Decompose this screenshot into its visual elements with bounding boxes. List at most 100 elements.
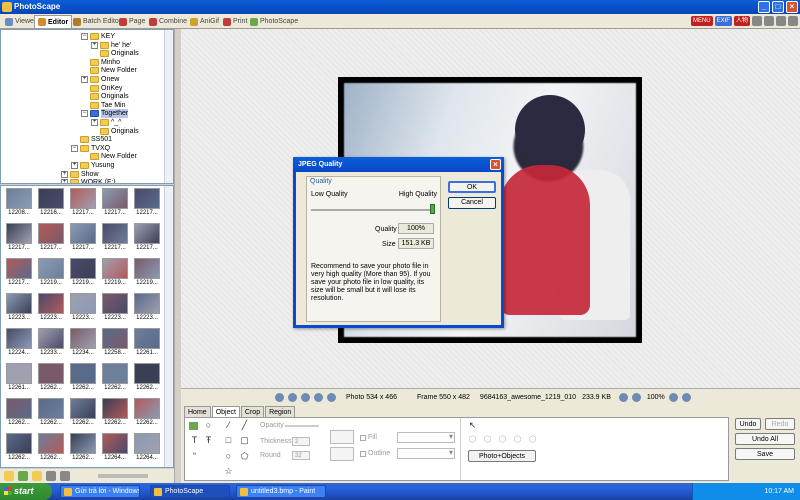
rotate-right-icon[interactable] — [288, 393, 297, 402]
expand-toggle-icon[interactable]: − — [81, 110, 88, 118]
zoom-in-icon[interactable] — [668, 393, 678, 402]
thumbnail[interactable]: 12217... — [36, 223, 66, 255]
thumbnail[interactable]: 12217... — [4, 223, 34, 255]
star-icon[interactable]: ☆ — [223, 466, 234, 477]
exif-badge[interactable]: EXIF — [714, 16, 732, 26]
undo-button[interactable]: Undo — [735, 418, 761, 430]
thumbnail[interactable]: 12219... — [68, 258, 98, 290]
magic-wand-icon[interactable]: ⁄ — [223, 420, 234, 431]
thumbnail[interactable]: 12223... — [100, 293, 130, 325]
thumbnail[interactable]: 12216... — [36, 188, 66, 220]
thumbnail[interactable]: 12261... — [132, 328, 162, 360]
tab-anigif[interactable]: AniGif — [187, 15, 222, 28]
save-button[interactable]: Save — [735, 448, 795, 460]
text-box-icon[interactable]: Ŧ — [203, 435, 214, 446]
taskbar-item-browser[interactable]: Gửi trả lời - Windows ... — [60, 485, 140, 498]
thumbnail[interactable]: 12262... — [100, 398, 130, 430]
rounded-rectangle-icon[interactable]: ▢ — [239, 435, 250, 446]
round-spinner[interactable]: 32 — [292, 451, 310, 460]
rotate-left-icon[interactable] — [275, 393, 284, 402]
thumbnail[interactable]: 12264... — [132, 433, 162, 465]
quality-slider-track[interactable] — [311, 209, 435, 211]
thumbnail[interactable]: 12217... — [100, 188, 130, 220]
polygon-icon[interactable]: ⬠ — [239, 451, 250, 462]
expand-toggle-icon[interactable]: + — [61, 179, 68, 183]
thumbnail[interactable]: 12224... — [4, 328, 34, 360]
thumbnail[interactable]: 12264... — [100, 433, 130, 465]
expand-toggle-icon[interactable]: + — [91, 41, 98, 49]
expand-toggle-icon[interactable]: + — [71, 162, 78, 169]
thumbnail[interactable]: 12217... — [132, 223, 162, 255]
photo-objects-button[interactable]: Photo+Objects — [468, 450, 536, 462]
fit-window-icon[interactable] — [618, 393, 628, 402]
thumbnail[interactable]: 12223... — [4, 293, 34, 325]
thumbnail[interactable]: 12219... — [132, 258, 162, 290]
person-badge[interactable]: 人物 — [733, 16, 750, 26]
tab-crop[interactable]: Crop — [240, 406, 265, 417]
thumbnail[interactable]: 12262... — [4, 398, 34, 430]
taskbar-item-paint[interactable]: untitled3.bmp - Paint — [236, 485, 326, 498]
undo-all-button[interactable]: Undo All — [735, 433, 795, 445]
outline-color-button[interactable] — [330, 447, 354, 461]
thumbnail[interactable]: 12217... — [132, 188, 162, 220]
folder-tree[interactable]: − KEY + he' he' Originals Minho New Folder + One… — [0, 29, 174, 184]
thumbnail[interactable]: 12217... — [68, 223, 98, 255]
info-icon[interactable] — [327, 393, 336, 402]
thumbnail[interactable]: 12217... — [100, 223, 130, 255]
flip-icon[interactable] — [301, 393, 310, 402]
thumbnail[interactable]: 12234... — [68, 328, 98, 360]
redo-button[interactable]: Redo — [765, 418, 795, 430]
thumbnail[interactable]: 12262... — [36, 398, 66, 430]
start-button[interactable]: start — [0, 483, 52, 500]
tree-item[interactable]: + WORK (F:) — [61, 178, 116, 183]
expand-toggle-icon[interactable]: + — [91, 119, 98, 126]
panel-splitter[interactable] — [174, 29, 181, 483]
help-icon[interactable] — [764, 16, 774, 26]
thumbnail[interactable]: 12262... — [4, 433, 34, 465]
ok-button[interactable]: OK — [448, 181, 496, 193]
circle-icon[interactable]: ○ — [223, 451, 234, 462]
dialog-close-button[interactable]: × — [490, 159, 501, 170]
back-icon[interactable] — [46, 471, 56, 481]
thumbnail[interactable]: 12262... — [68, 433, 98, 465]
thumbnail[interactable]: 12262... — [36, 363, 66, 395]
thumbnail[interactable]: 12262... — [100, 363, 130, 395]
thumbnail[interactable]: 12261... — [4, 363, 34, 395]
expand-toggle-icon[interactable]: + — [81, 76, 88, 83]
thumbnail[interactable]: 12223... — [132, 293, 162, 325]
tree-scrollbar[interactable] — [164, 30, 173, 183]
thumbnail[interactable]: 12223... — [36, 293, 66, 325]
tab-combine[interactable]: Combine — [146, 15, 190, 28]
thumbnail[interactable]: 12217... — [68, 188, 98, 220]
tab-print[interactable]: Print — [220, 15, 250, 28]
restore-panel-icon[interactable] — [788, 16, 798, 26]
expand-toggle-icon[interactable]: + — [61, 170, 68, 178]
thumbnail[interactable]: 12233... — [36, 328, 66, 360]
folder-up-icon[interactable] — [4, 471, 14, 481]
fill-style-dropdown[interactable] — [397, 432, 455, 443]
speech-balloon-icon[interactable]: ○ — [203, 420, 214, 431]
thumbnail[interactable]: 12219... — [36, 258, 66, 290]
thumbnail[interactable]: 12223... — [68, 293, 98, 325]
refresh-icon[interactable] — [18, 471, 28, 481]
thumbnail[interactable]: 12208... — [4, 188, 34, 220]
thumbnail[interactable]: 12262... — [36, 433, 66, 465]
photo-object-icon[interactable] — [189, 422, 198, 430]
tab-object[interactable]: Object — [211, 406, 240, 417]
tab-editor[interactable]: Editor — [34, 15, 73, 28]
outline-style-dropdown[interactable] — [397, 448, 455, 459]
tab-page[interactable]: Page — [116, 15, 148, 28]
forward-icon[interactable] — [60, 471, 70, 481]
quality-slider-thumb[interactable] — [430, 204, 435, 214]
select-cursor-icon[interactable]: ↖ — [467, 420, 478, 431]
rectangle-icon[interactable]: □ — [223, 435, 234, 446]
object-group-icon[interactable]: ⬡ — [497, 434, 508, 445]
thickness-spinner[interactable]: 2 — [292, 437, 310, 446]
settings-icon[interactable] — [752, 16, 762, 26]
tab-region[interactable]: Region — [265, 406, 296, 417]
thumbnail[interactable]: 12262... — [132, 363, 162, 395]
zoom-out-icon[interactable] — [681, 393, 691, 402]
zoom-icon[interactable] — [631, 393, 641, 402]
object-transform-icons[interactable]: ⬡ — [467, 434, 478, 445]
thumbnail[interactable]: 12262... — [68, 363, 98, 395]
